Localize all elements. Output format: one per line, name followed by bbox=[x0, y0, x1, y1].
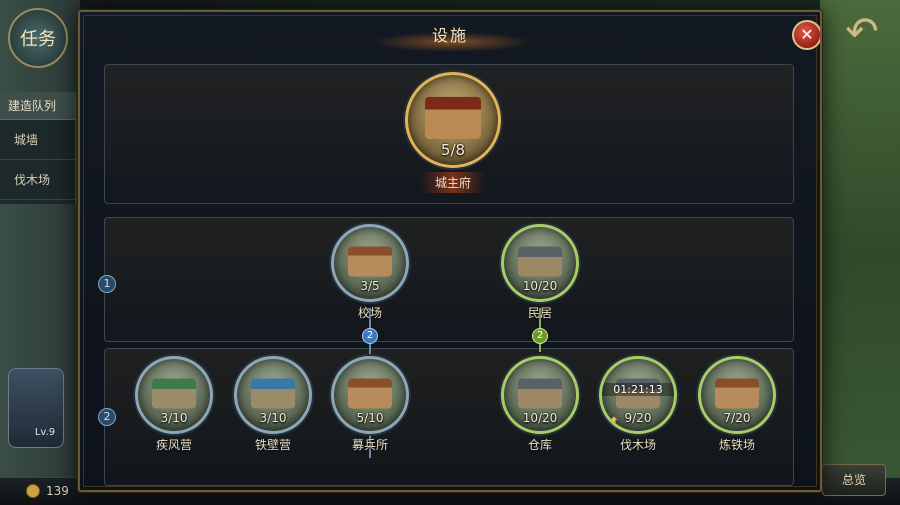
building-lumber-mill[interactable]: 01:21:13 ⬆ 9/20 伐木场 bbox=[593, 356, 683, 453]
unlock-link-badge: 2 bbox=[532, 328, 548, 344]
task-label: 任务 bbox=[20, 29, 56, 50]
dialog-title: 设施 bbox=[431, 26, 468, 45]
building-level: 10/20 bbox=[522, 411, 558, 425]
building-name: 铁壁营 bbox=[254, 438, 291, 452]
iron-wall-camp-icon bbox=[251, 378, 295, 409]
close-button[interactable]: ✕ bbox=[792, 20, 820, 50]
building-name: 伐木场 bbox=[619, 438, 656, 452]
building-name: 仓库 bbox=[527, 438, 552, 452]
building-level: 7/20 bbox=[723, 411, 751, 425]
building-level: 9/20 bbox=[624, 411, 652, 425]
building-level: 5/10 bbox=[356, 411, 384, 425]
building-level: 3/10 bbox=[160, 411, 188, 425]
building-swift-camp[interactable]: 3/10 疾风营 bbox=[129, 356, 219, 453]
building-training-ground[interactable]: 3/5 校场 bbox=[325, 224, 415, 321]
building-name: 炼铁场 bbox=[718, 438, 755, 452]
dialog-title-bar: 设施 bbox=[80, 12, 820, 56]
building-name: 疾风营 bbox=[155, 438, 192, 452]
palace-icon bbox=[425, 96, 481, 139]
coin-count: 139 bbox=[46, 484, 69, 498]
building-level: 5/8 bbox=[440, 141, 466, 159]
facilities-dialog: 设施 ✕ 1 2 2 2 5/8 城主府 3/5 校场 10/20 民居 3/1… bbox=[78, 10, 822, 492]
building-level: 10/20 bbox=[522, 279, 558, 293]
close-icon: ✕ bbox=[800, 25, 814, 44]
upgrade-timer: 01:21:13 bbox=[602, 383, 674, 396]
building-ring: 5/10 bbox=[331, 356, 409, 434]
building-recruit-office[interactable]: 5/10 募兵所 bbox=[325, 356, 415, 453]
building-level: 3/10 bbox=[259, 411, 287, 425]
building-ring: 3/5 bbox=[331, 224, 409, 302]
building-residence[interactable]: 10/20 民居 bbox=[495, 224, 585, 321]
building-name: 校场 bbox=[357, 306, 382, 320]
building-smelter[interactable]: 7/20 炼铁场 bbox=[692, 356, 782, 453]
tier-1 bbox=[104, 217, 794, 342]
building-ring: 3/10 bbox=[135, 356, 213, 434]
back-arrow-icon[interactable]: ↶ bbox=[838, 8, 886, 56]
right-hud bbox=[820, 0, 900, 505]
task-button[interactable]: 任务 bbox=[8, 8, 68, 68]
building-name: 城主府 bbox=[420, 172, 485, 193]
smelter-icon bbox=[715, 378, 759, 409]
player-level: Lv.9 bbox=[34, 427, 56, 438]
training-ground-icon bbox=[348, 246, 392, 277]
building-ring: 01:21:13 ⬆ 9/20 bbox=[599, 356, 677, 434]
building-palace[interactable]: 5/8 城主府 bbox=[403, 72, 503, 193]
building-name: 民居 bbox=[527, 306, 552, 320]
coin-icon bbox=[26, 484, 40, 498]
swift-camp-icon bbox=[152, 378, 196, 409]
building-level: 3/5 bbox=[360, 279, 380, 293]
build-queue-panel: 建造队列 城墙 伐木场 bbox=[0, 92, 76, 204]
build-queue-title: 建造队列 bbox=[0, 92, 75, 120]
tier-index-badge: 2 bbox=[98, 408, 116, 426]
tier-index-badge: 1 bbox=[98, 275, 116, 293]
building-name: 募兵所 bbox=[351, 438, 388, 452]
unlock-link-badge: 2 bbox=[362, 328, 378, 344]
warehouse-icon bbox=[518, 378, 562, 409]
building-ring: 7/20 bbox=[698, 356, 776, 434]
overview-button[interactable]: 总览 bbox=[822, 464, 886, 496]
building-ring: 10/20 bbox=[501, 356, 579, 434]
building-warehouse[interactable]: 10/20 仓库 bbox=[495, 356, 585, 453]
building-ring: 5/8 bbox=[405, 72, 501, 168]
build-queue-item[interactable]: 伐木场 bbox=[0, 160, 75, 200]
recruit-office-icon bbox=[348, 378, 392, 409]
building-ring: 10/20 bbox=[501, 224, 579, 302]
build-queue-item[interactable]: 城墙 bbox=[0, 120, 75, 160]
residence-icon bbox=[518, 246, 562, 277]
building-ring: 3/10 bbox=[234, 356, 312, 434]
building-iron-wall-camp[interactable]: 3/10 铁壁营 bbox=[228, 356, 318, 453]
